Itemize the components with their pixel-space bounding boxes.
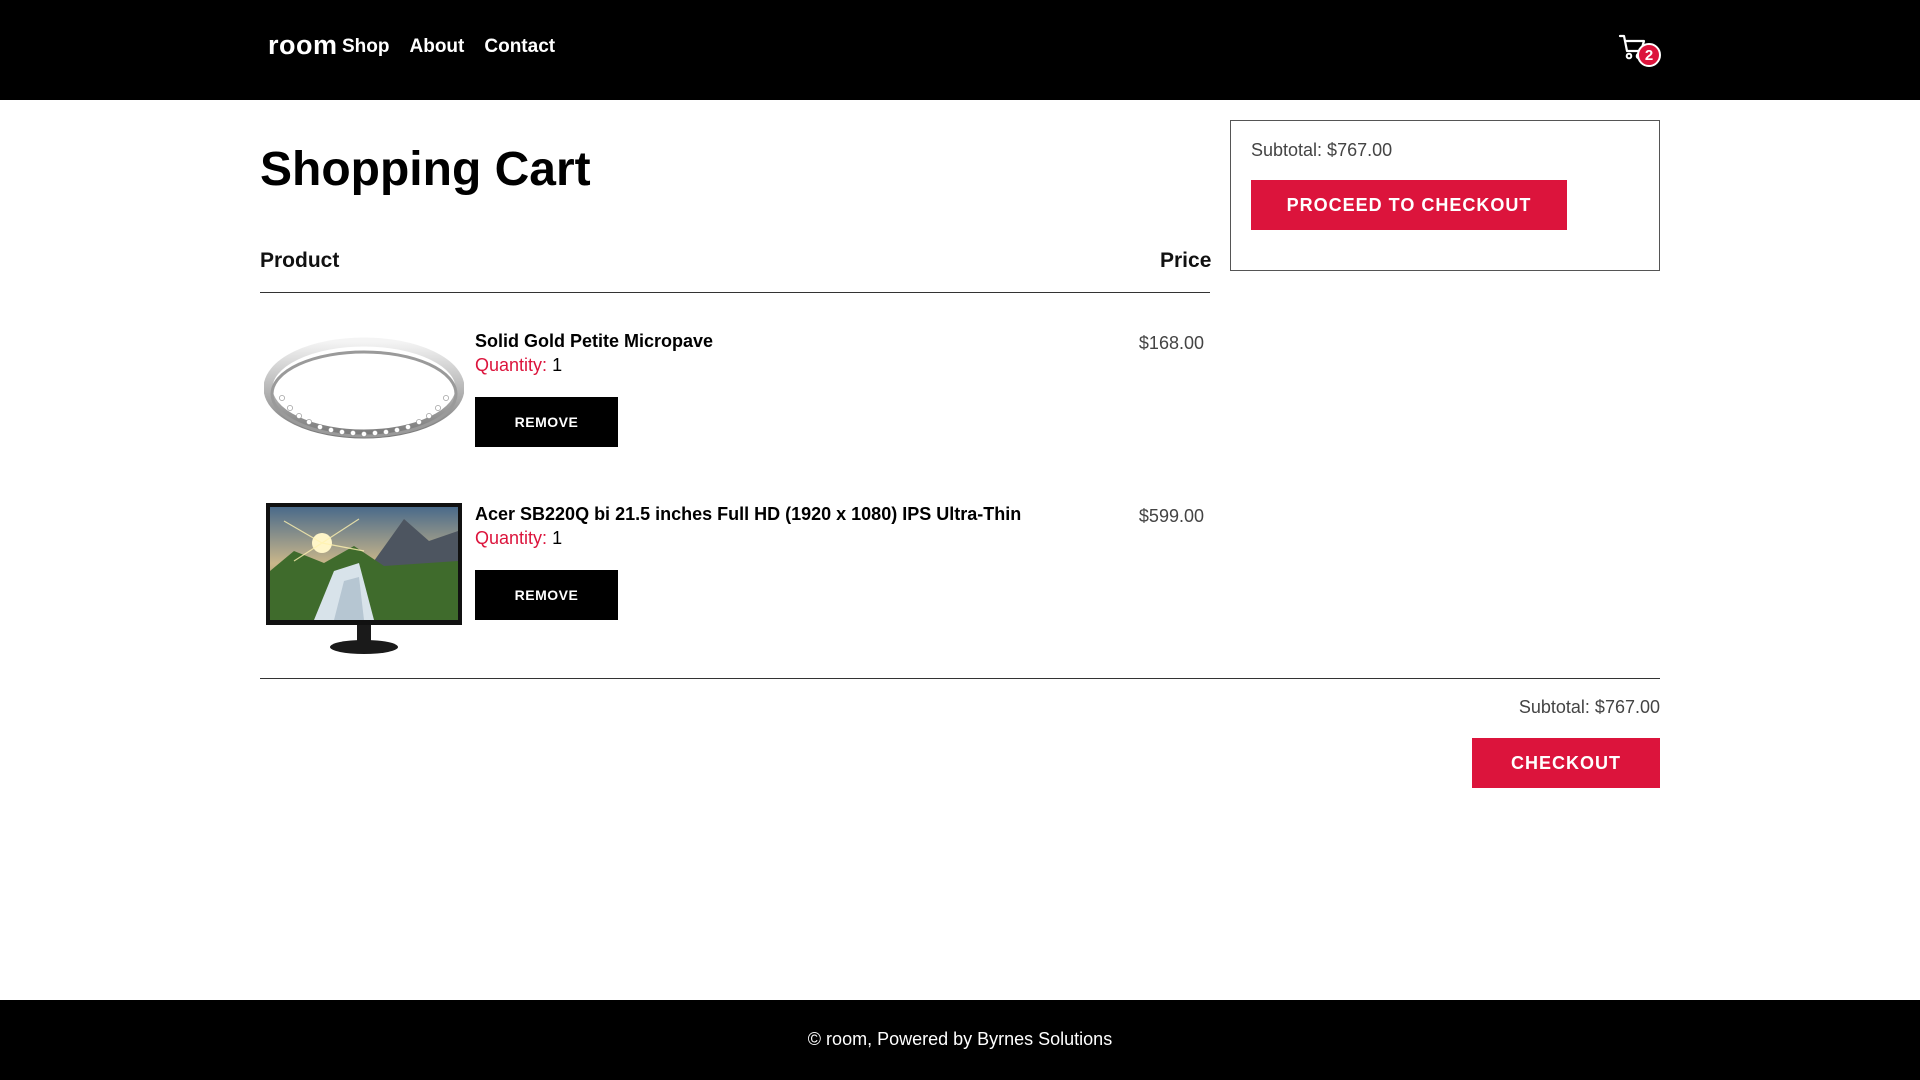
subtotal-text: Subtotal: $767.00 — [1518, 697, 1660, 717]
item-name[interactable]: Acer SB220Q bi 21.5 inches Full HD (1920… — [475, 504, 1021, 525]
main-nav: Shop About Contact — [342, 36, 555, 58]
ring-image — [264, 337, 464, 439]
table-divider — [260, 678, 1660, 679]
item-quantity: Quantity: 1 — [475, 528, 562, 549]
remove-button[interactable]: REMOVE — [475, 570, 618, 620]
column-header-price: Price — [1160, 249, 1212, 272]
item-price: $168.00 — [1138, 333, 1204, 353]
footer-credit: © room, Powered by Byrnes Solutions — [807, 1029, 1113, 1049]
column-header-product: Product — [260, 249, 340, 272]
order-summary-box: Subtotal: $767.00 PROCEED TO CHECKOUT — [1230, 120, 1660, 271]
cart-item: Solid Gold Petite Micropave Quantity: 1 … — [260, 320, 1210, 490]
quantity-value: 1 — [552, 355, 563, 375]
page-title: Shopping Cart — [260, 143, 591, 196]
summary-subtotal: Subtotal: $767.00 — [1251, 140, 1393, 160]
item-quantity: Quantity: 1 — [475, 355, 562, 376]
checkout-button[interactable]: CHECKOUT — [1472, 738, 1660, 788]
table-divider — [260, 292, 1210, 293]
item-name[interactable]: Solid Gold Petite Micropave — [475, 331, 713, 352]
cart-button[interactable]: 2 — [1618, 30, 1662, 70]
quantity-label: Quantity: — [475, 528, 548, 548]
remove-button[interactable]: REMOVE — [475, 397, 618, 447]
item-price: $599.00 — [1138, 506, 1204, 526]
brand-logo[interactable]: room — [268, 30, 338, 61]
monitor-image — [266, 503, 462, 654]
footer: © room, Powered by Byrnes Solutions — [0, 1000, 1920, 1080]
quantity-value: 1 — [552, 528, 563, 548]
proceed-to-checkout-button[interactable]: PROCEED TO CHECKOUT — [1251, 180, 1567, 230]
nav-contact[interactable]: Contact — [484, 36, 555, 58]
nav-about[interactable]: About — [410, 36, 465, 58]
quantity-label: Quantity: — [475, 355, 548, 375]
top-navbar: room Shop About Contact 2 — [0, 0, 1920, 100]
cart-count-badge: 2 — [1637, 43, 1661, 67]
cart-item: Acer SB220Q bi 21.5 inches Full HD (1920… — [260, 493, 1210, 663]
nav-shop[interactable]: Shop — [342, 36, 390, 58]
